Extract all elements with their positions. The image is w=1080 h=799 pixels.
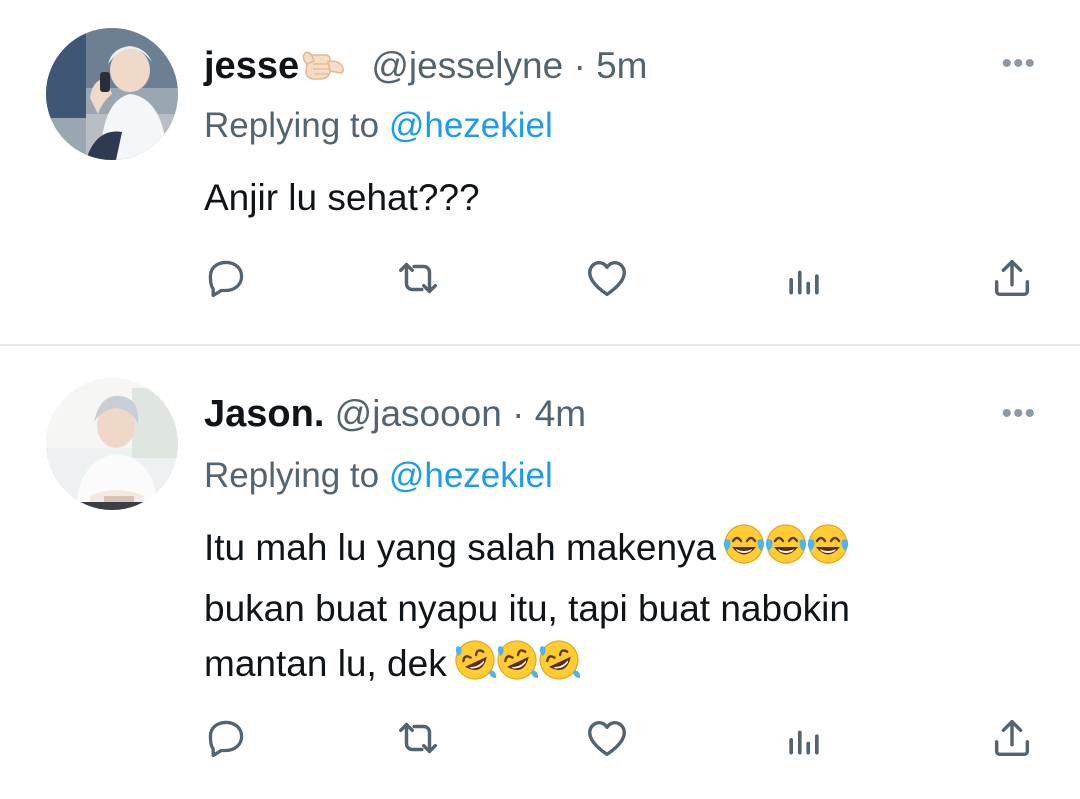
- tweet-actions: [0, 254, 1080, 304]
- analytics-icon[interactable]: [780, 714, 828, 762]
- display-name[interactable]: Jason.: [204, 393, 324, 435]
- more-options-icon[interactable]: •••: [1001, 399, 1036, 429]
- replying-to-label: Replying to: [204, 456, 380, 495]
- separator-dot: ·: [573, 45, 586, 86]
- tweet[interactable]: jesse @jesselyne · 5m ••• Replying to @h…: [0, 0, 1080, 344]
- tweet-header: Jason. @jasooon · 4m: [204, 392, 586, 436]
- analytics-icon[interactable]: [780, 254, 828, 302]
- user-handle[interactable]: @jesselyne: [371, 45, 563, 86]
- tweet[interactable]: Jason. @jasooon · 4m ••• Replying to @he…: [0, 346, 1080, 799]
- tweet-text-line: mantan lu, dek: [204, 636, 1004, 697]
- tweet-text-line: Anjir lu sehat???: [204, 177, 480, 218]
- tweet-text-line: Itu mah lu yang salah makenya: [204, 520, 1004, 581]
- face-with-tears-of-joy-emoji: [722, 522, 849, 581]
- retweet-icon[interactable]: [394, 254, 442, 302]
- like-icon[interactable]: [583, 254, 631, 302]
- user-handle[interactable]: @jasooon: [335, 393, 502, 434]
- timestamp[interactable]: 5m: [596, 45, 647, 86]
- timestamp[interactable]: 4m: [535, 393, 586, 434]
- share-icon[interactable]: [988, 714, 1036, 762]
- rolling-on-floor-laughing-emoji: [453, 638, 580, 697]
- reply-icon[interactable]: [202, 254, 250, 302]
- tweet-actions: [0, 714, 1080, 764]
- replying-to-label: Replying to: [204, 106, 380, 145]
- tweet-header: jesse @jesselyne · 5m: [204, 42, 647, 96]
- more-options-icon[interactable]: •••: [1001, 49, 1036, 79]
- tweet-text-line: bukan buat nyapu itu, tapi buat nabokin: [204, 588, 850, 629]
- mention-link[interactable]: @hezekiel: [389, 456, 553, 495]
- mention-link[interactable]: @hezekiel: [389, 106, 553, 145]
- avatar[interactable]: [46, 378, 178, 510]
- display-name[interactable]: jesse: [204, 45, 299, 87]
- like-icon[interactable]: [583, 714, 631, 762]
- replying-to: Replying to @hezekiel: [204, 454, 553, 498]
- replying-to: Replying to @hezekiel: [204, 104, 553, 148]
- retweet-icon[interactable]: [394, 714, 442, 762]
- tweet-text: Itu mah lu yang salah makenya bukan buat…: [204, 520, 1004, 697]
- reply-icon[interactable]: [202, 714, 250, 762]
- avatar[interactable]: [46, 28, 178, 160]
- tweet-text-fragment: Itu mah lu yang salah makenya: [204, 527, 717, 568]
- separator-dot: ·: [512, 393, 525, 434]
- call-me-hand-emoji: [299, 42, 347, 96]
- tweet-text-fragment: mantan lu, dek: [204, 643, 447, 684]
- tweet-text: Anjir lu sehat???: [204, 170, 1004, 225]
- share-icon[interactable]: [988, 254, 1036, 302]
